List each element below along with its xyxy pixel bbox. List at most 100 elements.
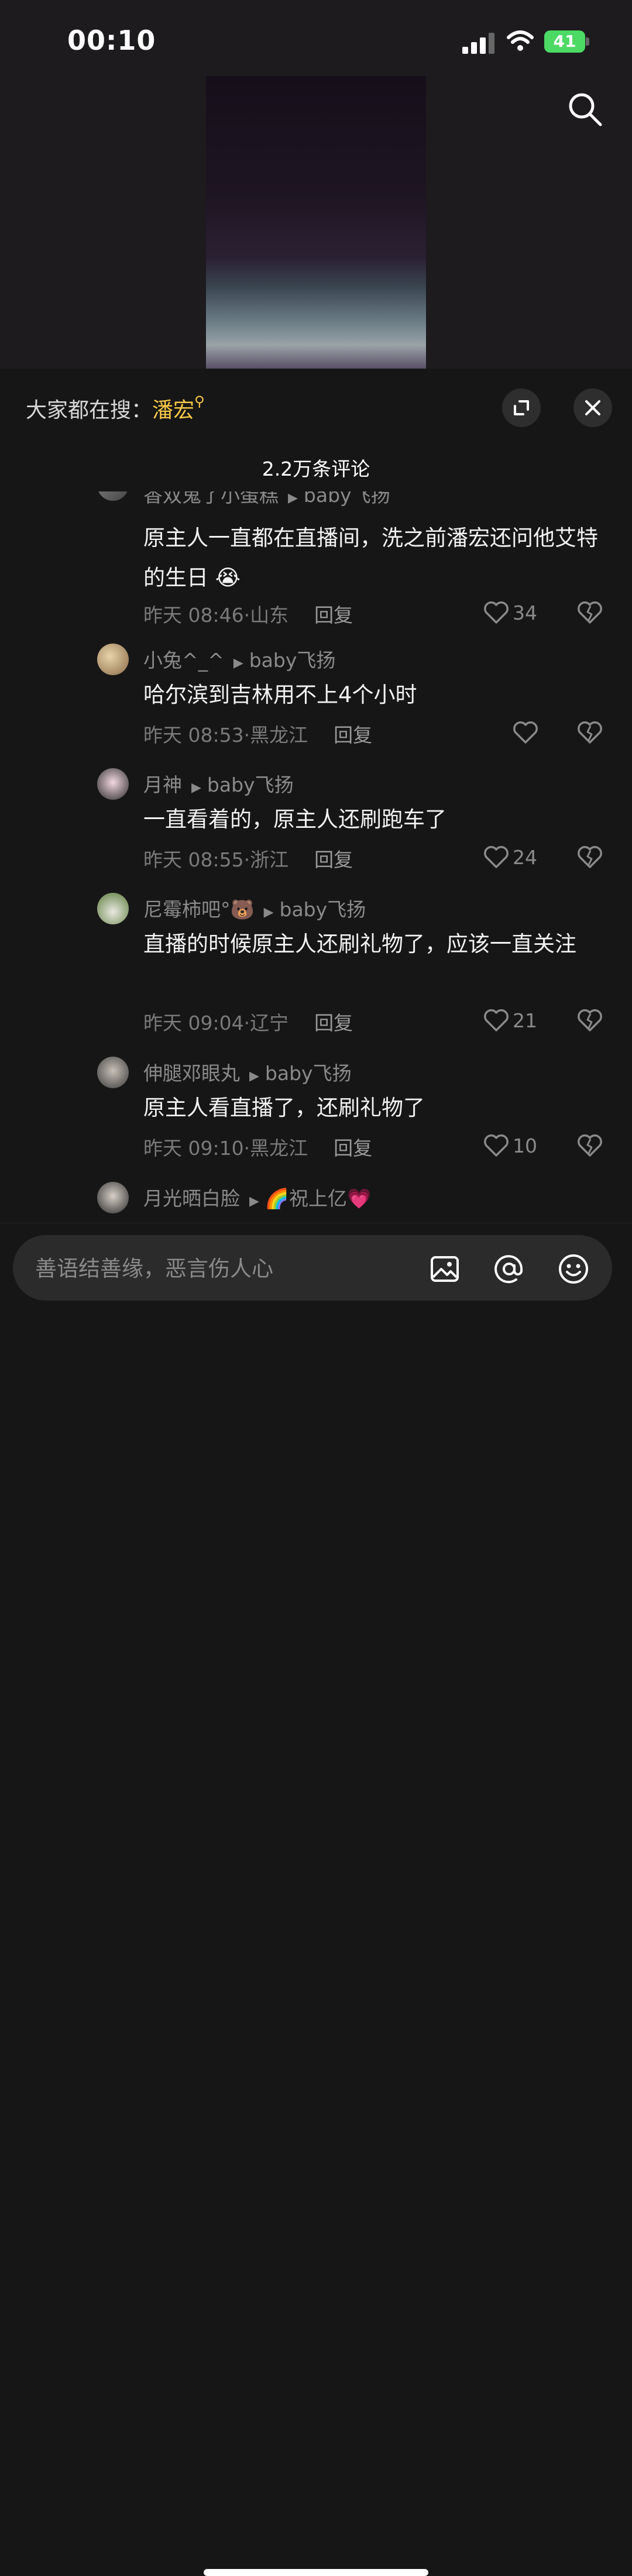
avatar[interactable]	[97, 768, 129, 800]
like-count: 24	[513, 845, 537, 869]
reply-to-user[interactable]: baby飞扬	[207, 773, 294, 796]
comment-region: 黑龙江	[250, 1137, 308, 1160]
comment-region: 黑龙江	[250, 724, 308, 747]
comment-text: 哈尔滨到吉林用不上4个小时	[143, 682, 417, 707]
like-button[interactable]: 24	[483, 842, 537, 872]
like-button[interactable]: 21	[483, 1006, 537, 1035]
reply-button[interactable]: 回复	[334, 1137, 372, 1160]
comment-time: 昨天 08:55	[143, 848, 244, 871]
broken-heart-icon[interactable]	[576, 1132, 603, 1159]
heart-icon	[513, 721, 538, 744]
comment-region: 山东	[250, 604, 289, 627]
reply-arrow-icon: ▶	[263, 905, 274, 920]
comment-time: 昨天 08:53	[143, 724, 244, 747]
trending-prefix: 大家都在搜：	[26, 398, 153, 422]
comment-meta: 昨天 09:10·黑龙江 回复	[143, 1137, 373, 1160]
status-bar: 00:10 41	[0, 0, 632, 76]
video-area[interactable]	[0, 76, 632, 369]
comment-composer[interactable]	[13, 1235, 612, 1301]
comment-username[interactable]: 月神 ▶ baby飞扬	[143, 769, 294, 797]
like-button[interactable]: 10	[483, 1131, 537, 1160]
home-indicator[interactable]	[204, 2569, 428, 2576]
like-button[interactable]: 34	[483, 598, 537, 627]
cellular-signal-icon	[462, 33, 494, 54]
comment-text: 一直看着的，原主人还刷跑车了	[143, 807, 446, 832]
heart-icon	[484, 601, 509, 624]
heart-icon	[484, 1009, 509, 1031]
comment-text: 直播的时候原主人还刷礼物了，应该一直关注	[143, 931, 576, 957]
username-text[interactable]: 小兔^_^	[143, 649, 224, 672]
username-text[interactable]: 伸腿邓眼丸	[143, 1062, 240, 1085]
comment-username[interactable]: 月光晒白脸 ▶ 🌈祝上亿💗	[143, 1183, 371, 1211]
at-icon[interactable]	[493, 1253, 525, 1285]
comment-meta: 昨天 08:55·浙江 回复	[143, 848, 353, 871]
broken-heart-icon[interactable]	[576, 599, 603, 626]
avatar[interactable]	[97, 1057, 129, 1088]
heart-icon	[484, 1134, 509, 1157]
avatar[interactable]	[97, 491, 129, 501]
comment-username[interactable]: 小兔^_^ ▶ baby飞扬	[143, 645, 335, 673]
wifi-icon	[507, 30, 534, 51]
comment-text: 原主人看直播了，还刷礼物了	[143, 1095, 425, 1120]
broken-heart-icon[interactable]	[576, 719, 603, 746]
emoji-icon[interactable]	[557, 1253, 590, 1285]
comment-text: 原主人一直都在直播间，洗之前潘宏还问他艾特的生日 😭	[143, 525, 598, 590]
reply-to-user[interactable]: baby飞扬	[249, 649, 336, 672]
comment-time: 昨天 08:46	[143, 604, 244, 627]
battery-icon: 41	[544, 30, 590, 53]
image-icon[interactable]	[428, 1253, 461, 1285]
username-text[interactable]: 香双鬼了小蛋糕	[143, 491, 279, 507]
search-small-icon: ⚲	[194, 393, 205, 410]
username-text[interactable]: 月光晒白脸	[143, 1187, 240, 1210]
comment-meta: 昨天 09:04·辽宁 回复	[143, 1012, 353, 1034]
avatar[interactable]	[97, 644, 129, 675]
battery-level: 41	[553, 32, 576, 51]
reply-button[interactable]: 回复	[334, 724, 372, 747]
reply-button[interactable]: 回复	[314, 1012, 353, 1034]
comment-count: 2.2万条评论	[262, 458, 370, 480]
broken-heart-icon[interactable]	[576, 844, 603, 871]
close-button[interactable]	[573, 388, 612, 427]
like-count: 21	[513, 1009, 537, 1032]
comment-composer-bar	[0, 1223, 632, 2576]
reply-to-user[interactable]: baby飞扬	[304, 491, 390, 507]
comment-username[interactable]: 香双鬼了小蛋糕 ▶ baby飞扬	[143, 491, 390, 508]
heart-icon	[484, 846, 509, 868]
username-text[interactable]: 尼霉柿吧°🐻	[143, 898, 255, 921]
reply-arrow-icon: ▶	[288, 491, 298, 505]
avatar[interactable]	[97, 1182, 129, 1213]
search-icon[interactable]	[566, 91, 604, 128]
comment-region: 辽宁	[250, 1012, 289, 1034]
trending-search[interactable]: 大家都在搜：潘宏⚲	[26, 393, 205, 424]
like-count: 10	[513, 1134, 537, 1157]
reply-to-user[interactable]: 🌈祝上亿💗	[265, 1187, 371, 1210]
reply-arrow-icon: ▶	[249, 1069, 259, 1084]
comment-meta: 昨天 08:46·山东 回复	[143, 604, 353, 627]
comment-time: 昨天 09:04	[143, 1012, 244, 1034]
status-time: 00:10	[67, 25, 156, 56]
reply-button[interactable]: 回复	[314, 604, 353, 627]
like-count: 34	[513, 601, 537, 624]
comment-username[interactable]: 伸腿邓眼丸 ▶ baby飞扬	[143, 1058, 352, 1086]
reply-to-user[interactable]: baby飞扬	[265, 1062, 352, 1085]
comment-list[interactable]: 香双鬼了小蛋糕 ▶ baby飞扬 原主人一直都在直播间，洗之前潘宏还问他艾特的生日 …	[0, 491, 632, 1223]
trending-keyword[interactable]: 潘宏	[152, 398, 194, 422]
comment-region: 浙江	[250, 848, 289, 871]
reply-arrow-icon: ▶	[233, 656, 243, 670]
video-thumbnail[interactable]	[206, 76, 426, 369]
like-button[interactable]	[513, 718, 542, 747]
expand-icon	[514, 400, 529, 415]
username-text[interactable]: 月神	[143, 773, 182, 796]
reply-arrow-icon: ▶	[191, 780, 201, 795]
close-icon	[585, 400, 600, 415]
comment-input[interactable]	[34, 1250, 434, 1287]
comment-time: 昨天 09:10	[143, 1137, 244, 1160]
avatar[interactable]	[97, 893, 129, 924]
reply-arrow-icon: ▶	[249, 1194, 259, 1209]
broken-heart-icon[interactable]	[576, 1007, 603, 1034]
comment-username[interactable]: 尼霉柿吧°🐻 ▶ baby飞扬	[143, 894, 366, 922]
comment-meta: 昨天 08:53·黑龙江 回复	[143, 724, 373, 747]
reply-button[interactable]: 回复	[314, 848, 353, 871]
reply-to-user[interactable]: baby飞扬	[280, 898, 366, 921]
expand-button[interactable]	[502, 388, 541, 427]
